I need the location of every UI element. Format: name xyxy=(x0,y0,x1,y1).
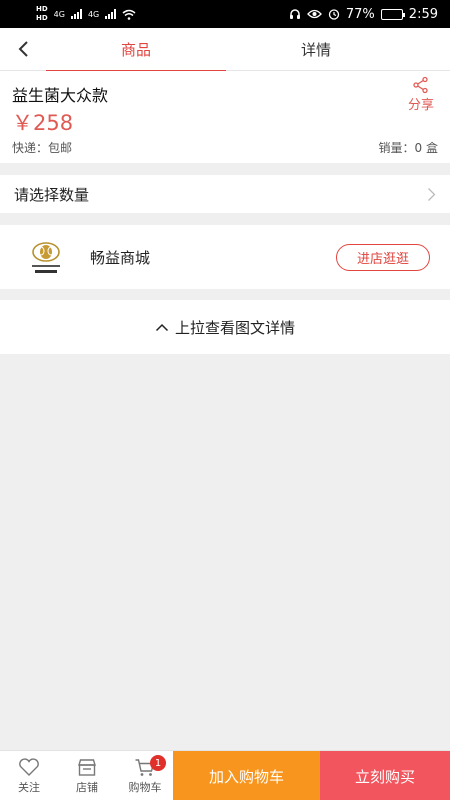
network-type-left: 4G xyxy=(53,9,65,19)
detail-prompt-label: 上拉查看图文详情 xyxy=(174,318,295,337)
shop-name: 畅益商城 xyxy=(90,249,151,267)
favorite-button[interactable]: 关注 xyxy=(0,751,58,800)
shop-logo xyxy=(32,242,60,273)
back-button[interactable] xyxy=(0,28,46,71)
alarm-icon xyxy=(328,9,340,20)
sales-count: 销量：0 盒 xyxy=(378,141,438,155)
quantity-label: 请选择数量 xyxy=(14,185,90,204)
chevron-up-icon xyxy=(155,323,169,331)
bottom-action-bar: 关注 店铺 购物车 1 加入购物车 立刻购买 xyxy=(0,750,450,800)
tab-details[interactable]: 详情 xyxy=(226,28,406,71)
battery-icon xyxy=(380,8,405,20)
wifi-icon xyxy=(122,9,136,20)
back-arrow-icon xyxy=(18,41,28,57)
product-title: 益生菌大众款 xyxy=(12,86,109,105)
clock: 2:59 xyxy=(408,6,438,22)
network-type-right: 4G xyxy=(87,9,100,19)
cart-button[interactable]: 购物车 1 xyxy=(116,751,174,800)
add-to-cart-button[interactable]: 加入购物车 xyxy=(173,751,320,800)
store-button[interactable]: 店铺 xyxy=(58,751,116,800)
store-icon xyxy=(78,758,96,776)
shipping-info: 快递：包邮 xyxy=(12,141,73,155)
share-icon xyxy=(413,76,428,94)
store-label: 店铺 xyxy=(76,780,98,794)
tab-product[interactable]: 商品 xyxy=(46,28,226,72)
product-price: ￥258 xyxy=(12,111,74,135)
enter-shop-button[interactable]: 进店逛逛 xyxy=(336,244,430,271)
cart-label: 购物车 xyxy=(128,780,162,794)
hd-icon: HD HD xyxy=(36,5,48,22)
eye-icon xyxy=(307,9,322,19)
shop-row: 畅益商城 进店逛逛 xyxy=(0,225,450,289)
network-indicators: HD HD 4G 4G xyxy=(36,5,136,23)
headphones-icon xyxy=(289,9,300,19)
share-button[interactable]: 分享 xyxy=(408,76,434,113)
battery-percent: 77% xyxy=(345,6,375,22)
heart-icon xyxy=(19,757,39,776)
product-info: 益生菌大众款 ￥258 快递：包邮 销量：0 盒 分享 xyxy=(0,71,450,163)
quantity-selector[interactable]: 请选择数量 xyxy=(0,175,450,213)
favorite-label: 关注 xyxy=(18,780,40,794)
cart-count-badge: 1 xyxy=(150,755,166,771)
buy-now-button[interactable]: 立刻购买 xyxy=(320,751,450,800)
chevron-right-icon xyxy=(428,187,436,201)
status-bar: HD HD 4G 4G 77% 2:59 xyxy=(0,0,450,28)
detail-prompt[interactable]: 上拉查看图文详情 xyxy=(0,300,450,354)
signal-icon-2 xyxy=(105,9,117,19)
share-label: 分享 xyxy=(407,98,434,113)
signal-icon xyxy=(70,9,82,19)
top-nav: 商品 详情 xyxy=(0,28,450,72)
